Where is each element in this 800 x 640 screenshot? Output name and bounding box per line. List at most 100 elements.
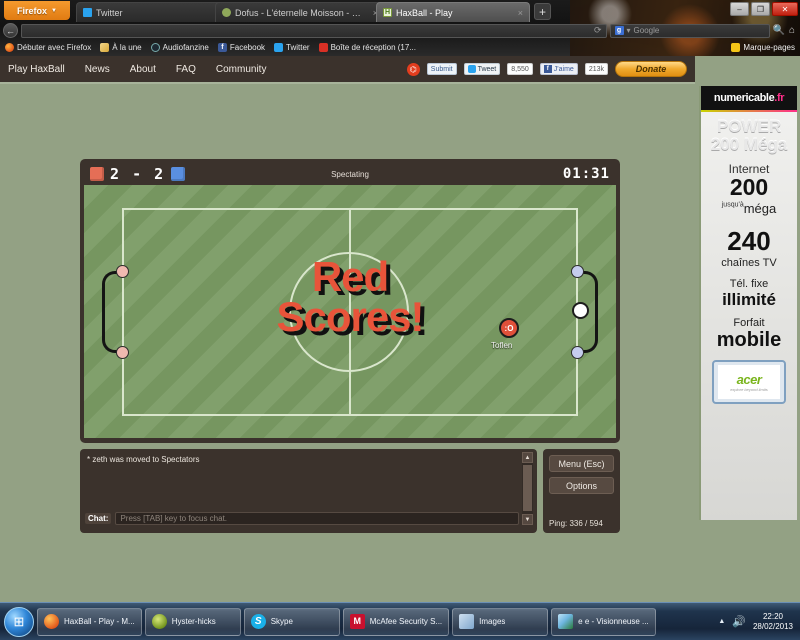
submit-label: Submit xyxy=(430,65,453,73)
taskbar-label: HaxBall - Play - M... xyxy=(64,617,135,626)
taskbar-item-hyster[interactable]: Hyster-hicks xyxy=(144,607,241,636)
goal-announcement: Red Scores! xyxy=(84,255,616,338)
game-controls-panel: Menu (Esc) Options Ping: 336 / 594 xyxy=(543,449,620,533)
bookmarks-menu-label: Marque-pages xyxy=(743,43,795,52)
menu-label: Menu (Esc) xyxy=(558,458,605,469)
spectating-status: Spectating xyxy=(331,169,369,179)
home-icon[interactable]: ⌂ xyxy=(789,25,795,36)
minimize-button[interactable]: – xyxy=(730,2,749,16)
bookmark-twitter[interactable]: Twitter xyxy=(274,43,310,52)
bookmark-label: Audiofanzine xyxy=(162,43,209,52)
chevron-down-icon[interactable]: ▾ xyxy=(627,26,631,35)
advertisement-banner[interactable]: numericable.fr POWER 200 Méga Internet 2… xyxy=(699,86,797,520)
chat-input-row: Chat: Press [TAB] key to focus chat. xyxy=(85,512,532,525)
new-tab-button[interactable]: + xyxy=(534,3,551,20)
scroll-thumb[interactable] xyxy=(523,465,532,511)
reddit-submit-button[interactable]: Submit xyxy=(426,63,457,75)
reload-icon[interactable]: ⟳ xyxy=(594,25,602,36)
ad-speed-sup: jusqu'à xyxy=(721,201,744,209)
nav-link-about[interactable]: About xyxy=(130,64,156,75)
maximize-button[interactable]: ❐ xyxy=(751,2,770,16)
facebook-icon: f xyxy=(543,65,552,73)
chat-input[interactable]: Press [TAB] key to focus chat. xyxy=(115,512,519,525)
ad-speed-row: 200jusqu'àméga xyxy=(705,173,793,218)
options-button[interactable]: Options xyxy=(549,477,614,494)
tab-haxball[interactable]: H HaxBall - Play × xyxy=(376,2,530,22)
minimize-icon: – xyxy=(737,4,742,14)
address-bar[interactable]: ⟳ xyxy=(21,23,607,38)
chat-log[interactable]: * zeth was moved to Spectators ▲ ▼ xyxy=(85,452,533,525)
chevron-down-icon: ▼ xyxy=(51,7,57,14)
bookmarks-menu-button[interactable]: Marque-pages xyxy=(731,43,795,52)
ad-brand-suffix: .fr xyxy=(774,92,785,104)
nav-link-faq[interactable]: FAQ xyxy=(176,64,196,75)
menu-button[interactable]: Menu (Esc) xyxy=(549,455,614,472)
taskbar-label: McAfee Security S... xyxy=(369,617,443,626)
hyster-icon xyxy=(151,614,167,629)
taskbar-label: Skype xyxy=(270,617,293,626)
taskbar-item-haxball[interactable]: HaxBall - Play - M... xyxy=(37,607,142,636)
taskbar-label: e e - Visionneuse ... xyxy=(578,617,649,626)
facebook-icon: f xyxy=(217,43,227,52)
site-navbar: Play HaxBall News About FAQ Community ⌬ … xyxy=(0,56,695,84)
page-content: Play HaxBall News About FAQ Community ⌬ … xyxy=(0,56,800,602)
taskbar-item-skype[interactable]: S Skype xyxy=(243,607,340,636)
tweet-count: 8,550 xyxy=(507,63,533,75)
bookmark-facebook[interactable]: f Facebook xyxy=(217,43,266,52)
haxball-icon: H xyxy=(383,8,392,17)
tab-dofus[interactable]: Dofus - L'éternelle Moisson - Capture...… xyxy=(215,2,385,22)
chat-scrollbar[interactable]: ▲ ▼ xyxy=(522,452,533,525)
tab-label: HaxBall - Play xyxy=(396,7,453,18)
options-label: Options xyxy=(565,480,598,491)
ad-headline-1: POWER xyxy=(716,117,782,136)
taskbar-item-viewer[interactable]: e e - Visionneuse ... xyxy=(551,607,656,636)
audiofanzine-icon xyxy=(150,43,160,52)
bookmark-label: Facebook xyxy=(229,43,266,52)
bookmark-firefox[interactable]: Débuter avec Firefox xyxy=(5,43,91,52)
nav-link-play[interactable]: Play HaxBall xyxy=(8,64,65,75)
reddit-icon[interactable]: ⌬ xyxy=(406,62,420,76)
scroll-down-button[interactable]: ▼ xyxy=(522,514,533,525)
firefox-icon xyxy=(5,43,14,52)
star-icon xyxy=(731,43,741,52)
chevron-up-icon[interactable]: ▲ xyxy=(718,618,725,625)
ad-speed-value: 200 xyxy=(729,173,769,200)
bookmark-label: À la une xyxy=(112,43,142,52)
search-icon[interactable]: 🔍 xyxy=(773,25,785,36)
bookmark-alaune[interactable]: À la une xyxy=(100,43,142,52)
tweet-label: Tweet xyxy=(477,65,497,73)
google-icon: g xyxy=(614,26,624,35)
bookmarks-bar: Débuter avec Firefox À la une Audiofanzi… xyxy=(0,39,800,56)
ad-speed-unit: méga xyxy=(743,200,777,216)
bookmark-audiofanzine[interactable]: Audiofanzine xyxy=(150,43,209,52)
scoreboard: 2 - 2 Spectating 01:31 xyxy=(84,163,616,185)
firefox-menu-button[interactable]: Firefox ▼ xyxy=(4,1,70,20)
speaker-icon[interactable]: 🔊 xyxy=(732,615,746,628)
close-window-button[interactable]: ✕ xyxy=(772,2,798,16)
mcafee-icon: M xyxy=(349,614,365,629)
back-arrow-icon[interactable]: ← xyxy=(3,23,18,38)
tweet-button[interactable]: Tweet xyxy=(463,63,501,75)
bookmark-label: Twitter xyxy=(286,43,310,52)
plus-icon: + xyxy=(538,4,546,19)
scroll-up-button[interactable]: ▲ xyxy=(522,452,533,463)
ad-headline-2: 200 Méga xyxy=(710,134,788,154)
search-input[interactable]: g ▾ Google xyxy=(609,23,770,38)
window-controls: – ❐ ✕ xyxy=(730,2,798,16)
nav-link-news[interactable]: News xyxy=(85,64,110,75)
donate-button[interactable]: Donate xyxy=(615,61,687,77)
taskbar-clock[interactable]: 22:20 28/02/2013 xyxy=(753,612,793,632)
game-field[interactable]: :O Toflen Red Scores! xyxy=(84,185,616,438)
search-placeholder: Google xyxy=(633,26,660,35)
taskbar-item-images[interactable]: Images xyxy=(452,607,549,636)
windows-start-icon[interactable]: ⊞ xyxy=(4,606,34,637)
nav-link-community[interactable]: Community xyxy=(216,64,267,75)
close-icon[interactable]: × xyxy=(514,8,523,18)
maximize-icon: ❐ xyxy=(756,4,765,14)
ad-brand-text: numericable xyxy=(713,92,775,104)
bookmark-inbox[interactable]: Boîte de réception (17... xyxy=(318,43,416,52)
tab-label: Twitter xyxy=(96,7,123,18)
taskbar-item-mcafee[interactable]: M McAfee Security S... xyxy=(342,607,450,636)
facebook-like-button[interactable]: f J'aime xyxy=(539,63,578,75)
ad-mobile-value: mobile xyxy=(716,328,782,351)
